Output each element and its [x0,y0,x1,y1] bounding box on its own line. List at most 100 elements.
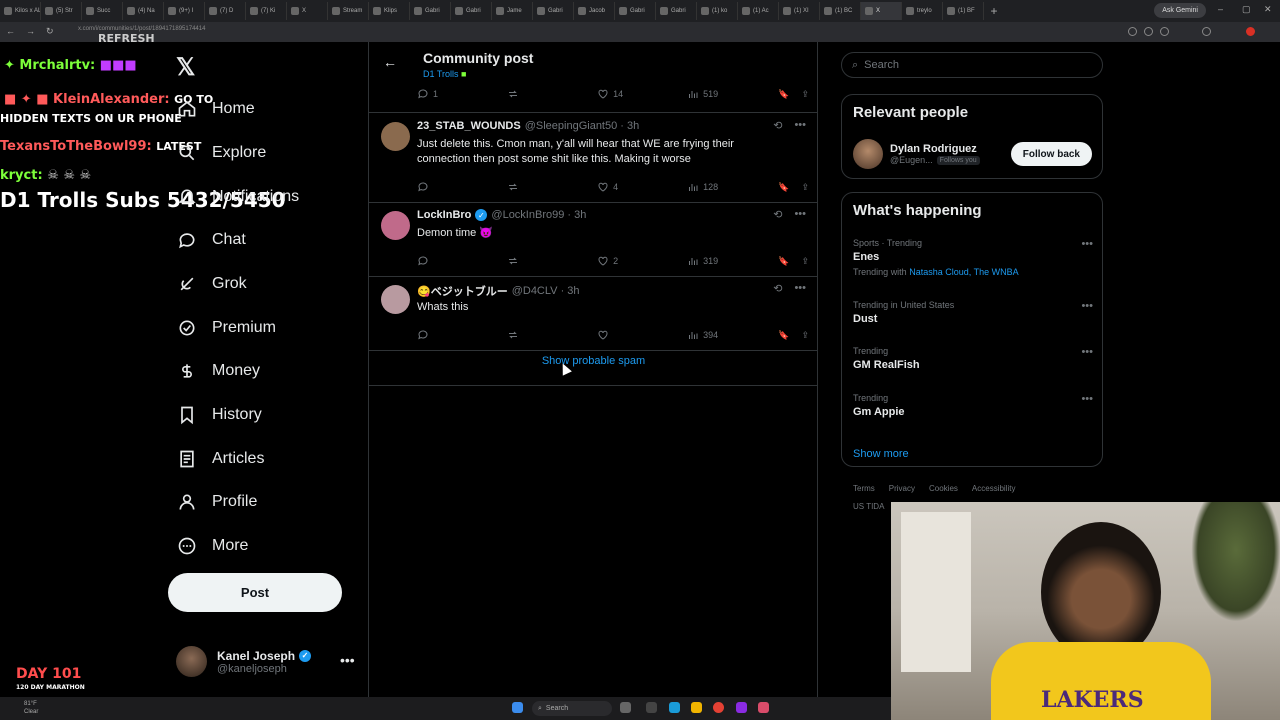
taskbar-search[interactable]: ⌕ Search [532,701,612,716]
search-input[interactable]: ⌕ Search [841,52,1103,78]
browser-tab[interactable]: Kilos x ALL GIRLS [0,2,41,20]
browser-tab[interactable]: Jacob [574,2,615,20]
extensions-icon[interactable] [1202,27,1211,36]
profile-avatar-icon[interactable] [1246,27,1255,36]
minimize-icon[interactable]: – [1218,4,1223,14]
reply-author-name[interactable]: 😋ベジットブルー [417,283,508,299]
share-post-icon[interactable]: ⇪ [801,182,809,193]
account-more-icon[interactable]: ••• [340,652,355,668]
nav-item-articles[interactable]: Articles [176,448,264,470]
app-icon[interactable] [736,702,747,713]
account-switcher[interactable]: Kanel Joseph ✓ @kaneljoseph [176,646,312,677]
more-options-icon[interactable]: ••• [794,282,806,295]
trend-item[interactable]: Trending GM RealFish ••• [853,346,1093,371]
trend-item[interactable]: Trending in United States Dust ••• [853,300,1093,325]
browser-tab[interactable]: (9+) I [164,2,205,20]
browser-tab[interactable]: Gabri [656,2,697,20]
browser-tab[interactable]: Klips [369,2,410,20]
post-button[interactable]: Post [168,573,342,612]
more-options-icon[interactable]: ••• [794,119,806,132]
trend-more-icon[interactable]: ••• [1081,238,1093,250]
nav-item-profile[interactable]: Profile [176,491,257,513]
nav-item-home[interactable]: Home [176,98,255,120]
browser-tab[interactable]: Gabri [533,2,574,20]
browser-tab[interactable]: (4) Na [123,2,164,20]
repost-button[interactable] [507,181,537,193]
reply-button[interactable] [417,255,447,267]
back-arrow-icon[interactable]: ← [383,54,397,70]
reply-tweet[interactable]: LockInBro ✓ @LockInBro99 · 3h ⟲ ••• Demon tim… [369,203,818,277]
more-options-icon[interactable]: ••• [794,208,806,221]
ask-gemini-button[interactable]: Ask Gemini [1154,3,1206,18]
nav-item-premium[interactable]: Premium [176,317,276,339]
reply-author-name[interactable]: LockInBro [417,209,471,221]
browser-tab[interactable]: Stream [328,2,369,20]
show-more-link[interactable]: Show more [853,448,909,460]
nav-item-chat[interactable]: Chat [176,229,246,251]
browser-tab[interactable]: Succ [82,2,123,20]
browser-tab[interactable]: (7) D [205,2,246,20]
browser-tab[interactable]: treylo [902,2,943,20]
browser-tab[interactable]: (1) XI [779,2,820,20]
folder-icon[interactable] [691,702,702,713]
nav-item-money[interactable]: Money [176,360,260,382]
views-button[interactable]: 319 [687,255,718,267]
browser-tab[interactable]: (7) Ki [246,2,287,20]
footer-link-accessibility[interactable]: Accessibility [972,484,1016,493]
browser-tab[interactable]: (1) BC [820,2,861,20]
follow-back-button[interactable]: Follow back [1010,142,1092,166]
nav-item-history[interactable]: History [176,404,262,426]
views-button[interactable]: 394 [687,329,718,341]
browser-tab[interactable]: X [861,2,902,20]
footer-link-privacy[interactable]: Privacy [889,484,915,493]
bookmark-icon[interactable]: 🔖 [778,89,789,100]
nav-item-notifications[interactable]: Notifications [176,186,299,208]
grok-icon[interactable]: ⟲ [773,119,782,132]
share-post-icon[interactable]: ⇪ [801,256,809,267]
bookmark-icon[interactable]: 🔖 [778,182,789,193]
taskview-icon[interactable] [620,702,631,713]
browser-tab[interactable]: X [287,2,328,20]
show-probable-spam-link[interactable]: Show probable spam [369,355,818,367]
trend-item[interactable]: Trending Gm Appie ••• [853,393,1093,418]
zoom-icon[interactable] [1128,27,1137,36]
nav-item-more[interactable]: More [176,535,248,557]
community-link[interactable]: D1 Trolls ■ [423,69,466,79]
bookmark-icon[interactable]: 🔖 [778,330,789,341]
reply-author-name[interactable]: 23_STAB_WOUNDS [417,120,521,132]
reload-icon[interactable]: ↻ [46,26,54,37]
new-tab-icon[interactable]: + [984,4,1004,18]
views-button[interactable]: 519 [687,88,718,100]
maximize-icon[interactable]: ▢ [1242,4,1251,15]
star-icon[interactable] [1160,27,1169,36]
reply-author-handle[interactable]: @SleepingGiant50 · 3h [525,120,640,132]
browser-tab[interactable]: (1) Ac [738,2,779,20]
relevant-person[interactable]: Dylan Rodriguez @Eugen... Follows you [853,139,980,169]
grok-icon[interactable]: ⟲ [773,208,782,221]
like-button[interactable]: 14 [597,88,627,100]
grok-icon[interactable]: ⟲ [773,282,782,295]
reply-author-handle[interactable]: @D4CLV · 3h [512,285,580,297]
browser-tab[interactable]: (1) BF [943,2,984,20]
chrome-icon[interactable] [713,702,724,713]
reply-author-handle[interactable]: @LockInBro99 · 3h [491,209,586,221]
reply-button[interactable] [417,181,447,193]
repost-button[interactable] [507,329,537,341]
forward-nav-icon[interactable]: → [26,26,35,36]
avatar[interactable] [381,122,410,151]
browser-tab[interactable]: Gabri [451,2,492,20]
footer-link-terms[interactable]: Terms [853,484,875,493]
avatar[interactable] [381,211,410,240]
close-window-icon[interactable]: ✕ [1264,4,1272,15]
share-post-icon[interactable]: ⇪ [801,89,809,100]
reply-tweet[interactable]: 23_STAB_WOUNDS @SleepingGiant50 · 3h ⟲ ••• J… [369,114,818,203]
trend-item[interactable]: Sports · Trending Enes Trending with Natas… [853,238,1093,277]
reply-tweet[interactable]: 😋ベジットブルー @D4CLV · 3h ⟲ ••• Whats this 394 🔖 ⇪ [369,277,818,351]
browser-tab[interactable]: Jame [492,2,533,20]
trend-more-icon[interactable]: ••• [1081,300,1093,312]
nav-item-explore[interactable]: Explore [176,142,266,164]
avatar[interactable] [381,285,410,314]
views-button[interactable]: 128 [687,181,718,193]
like-button[interactable]: 2 [597,255,627,267]
bookmark-icon[interactable]: 🔖 [778,256,789,267]
